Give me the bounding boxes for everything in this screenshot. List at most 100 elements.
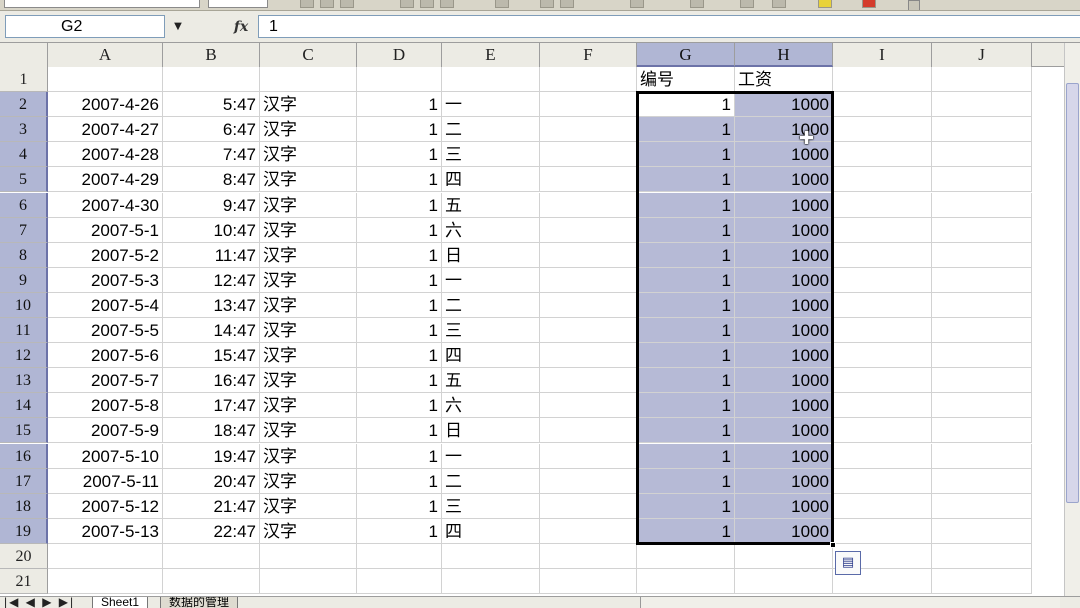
cell-h16[interactable]: 1000 [735,443,833,469]
font-size-box[interactable] [208,0,268,8]
cell-b12[interactable]: 15:47 [163,343,260,369]
border-icon[interactable] [772,0,786,8]
cell-c18[interactable]: 汉字 [260,493,357,519]
cell-j12[interactable] [932,343,1032,369]
cell-d7[interactable]: 1 [357,217,442,243]
cell-c12[interactable]: 汉字 [260,343,357,369]
cell-a7[interactable]: 2007-5-1 [48,217,163,243]
cell-g21[interactable] [637,569,735,594]
cell-a21[interactable] [48,569,163,594]
cell-g17[interactable]: 1 [637,468,735,494]
cell-f9[interactable] [540,267,637,293]
cell-c19[interactable]: 汉字 [260,518,357,544]
cell-a6[interactable]: 2007-4-30 [48,192,163,218]
cell-e5[interactable]: 四 [442,167,540,193]
cell-c3[interactable]: 汉字 [260,117,357,143]
fill-handle-icon[interactable] [830,541,836,548]
column-header-f[interactable]: F [540,43,637,67]
row-header-1[interactable]: 1 [0,67,48,92]
row-header-19[interactable]: 19 [0,518,48,544]
row-header-7[interactable]: 7 [0,217,48,243]
cell-b7[interactable]: 10:47 [163,217,260,243]
cell-e6[interactable]: 五 [442,192,540,218]
cell-h8[interactable]: 1000 [735,242,833,268]
row-header-8[interactable]: 8 [0,242,48,268]
currency-icon[interactable] [540,0,554,8]
cell-c8[interactable]: 汉字 [260,242,357,268]
cell-b11[interactable]: 14:47 [163,318,260,343]
cell-d9[interactable]: 1 [357,267,442,293]
cell-d17[interactable]: 1 [357,468,442,494]
cell-g19[interactable]: 1 [637,518,735,544]
column-header-b[interactable]: B [163,43,260,67]
cell-i14[interactable] [833,393,932,419]
cell-f6[interactable] [540,192,637,218]
cell-d5[interactable]: 1 [357,167,442,193]
align-right-icon[interactable] [440,0,454,8]
column-header-i[interactable]: I [833,43,932,67]
cell-f8[interactable] [540,242,637,268]
fill-color-icon[interactable] [818,0,832,8]
cell-e11[interactable]: 三 [442,318,540,343]
cell-d12[interactable]: 1 [357,343,442,369]
cell-f21[interactable] [540,569,637,594]
cell-j5[interactable] [932,167,1032,193]
row-header-4[interactable]: 4 [0,142,48,168]
merge-icon[interactable] [495,0,509,8]
cell-b4[interactable]: 7:47 [163,142,260,168]
cell-e9[interactable]: 一 [442,267,540,293]
row-header-15[interactable]: 15 [0,418,48,444]
cell-d15[interactable]: 1 [357,418,442,444]
cell-i9[interactable] [833,267,932,293]
cell-e12[interactable]: 四 [442,343,540,369]
cell-b3[interactable]: 6:47 [163,117,260,143]
row-header-5[interactable]: 5 [0,167,48,193]
formula-input[interactable]: 1 [258,15,1080,38]
cell-i17[interactable] [833,468,932,494]
cell-g18[interactable]: 1 [637,493,735,519]
cell-h7[interactable]: 1000 [735,217,833,243]
cell-d8[interactable]: 1 [357,242,442,268]
cell-h5[interactable]: 1000 [735,167,833,193]
cell-f5[interactable] [540,167,637,193]
cell-f14[interactable] [540,393,637,419]
row-header-10[interactable]: 10 [0,292,48,318]
cell-d16[interactable]: 1 [357,443,442,469]
cell-i6[interactable] [833,192,932,218]
cell-a20[interactable] [48,543,163,569]
cell-h17[interactable]: 1000 [735,468,833,494]
cell-e4[interactable]: 三 [442,142,540,168]
cell-j6[interactable] [932,192,1032,218]
cell-f12[interactable] [540,343,637,369]
horizontal-scrollbar[interactable] [640,597,1060,608]
cell-e7[interactable]: 六 [442,217,540,243]
column-header-j[interactable]: J [932,43,1032,67]
cell-g15[interactable]: 1 [637,418,735,444]
column-header-h[interactable]: H [735,43,833,67]
cell-b9[interactable]: 12:47 [163,267,260,293]
cell-a1[interactable] [48,67,163,92]
cell-d21[interactable] [357,569,442,594]
cell-g6[interactable]: 1 [637,192,735,218]
row-header-9[interactable]: 9 [0,267,48,293]
cell-g8[interactable]: 1 [637,242,735,268]
cell-i10[interactable] [833,292,932,318]
sheet-nav-buttons[interactable]: |◀ ◀ ▶ ▶| [4,597,84,608]
row-header-6[interactable]: 6 [0,192,48,218]
cell-d20[interactable] [357,543,442,569]
row-header-18[interactable]: 18 [0,493,48,519]
cell-j7[interactable] [932,217,1032,243]
row-header-16[interactable]: 16 [0,443,48,469]
cell-d3[interactable]: 1 [357,117,442,143]
vertical-scrollbar[interactable] [1064,43,1080,596]
row-header-20[interactable]: 20 [0,543,48,569]
cell-b8[interactable]: 11:47 [163,242,260,268]
name-box[interactable]: G2 [5,15,165,38]
cell-i4[interactable] [833,142,932,168]
cell-h12[interactable]: 1000 [735,343,833,369]
cell-j2[interactable] [932,92,1032,118]
cell-i8[interactable] [833,242,932,268]
cell-b2[interactable]: 5:47 [163,92,260,118]
cell-a13[interactable]: 2007-5-7 [48,368,163,394]
cell-f2[interactable] [540,92,637,118]
